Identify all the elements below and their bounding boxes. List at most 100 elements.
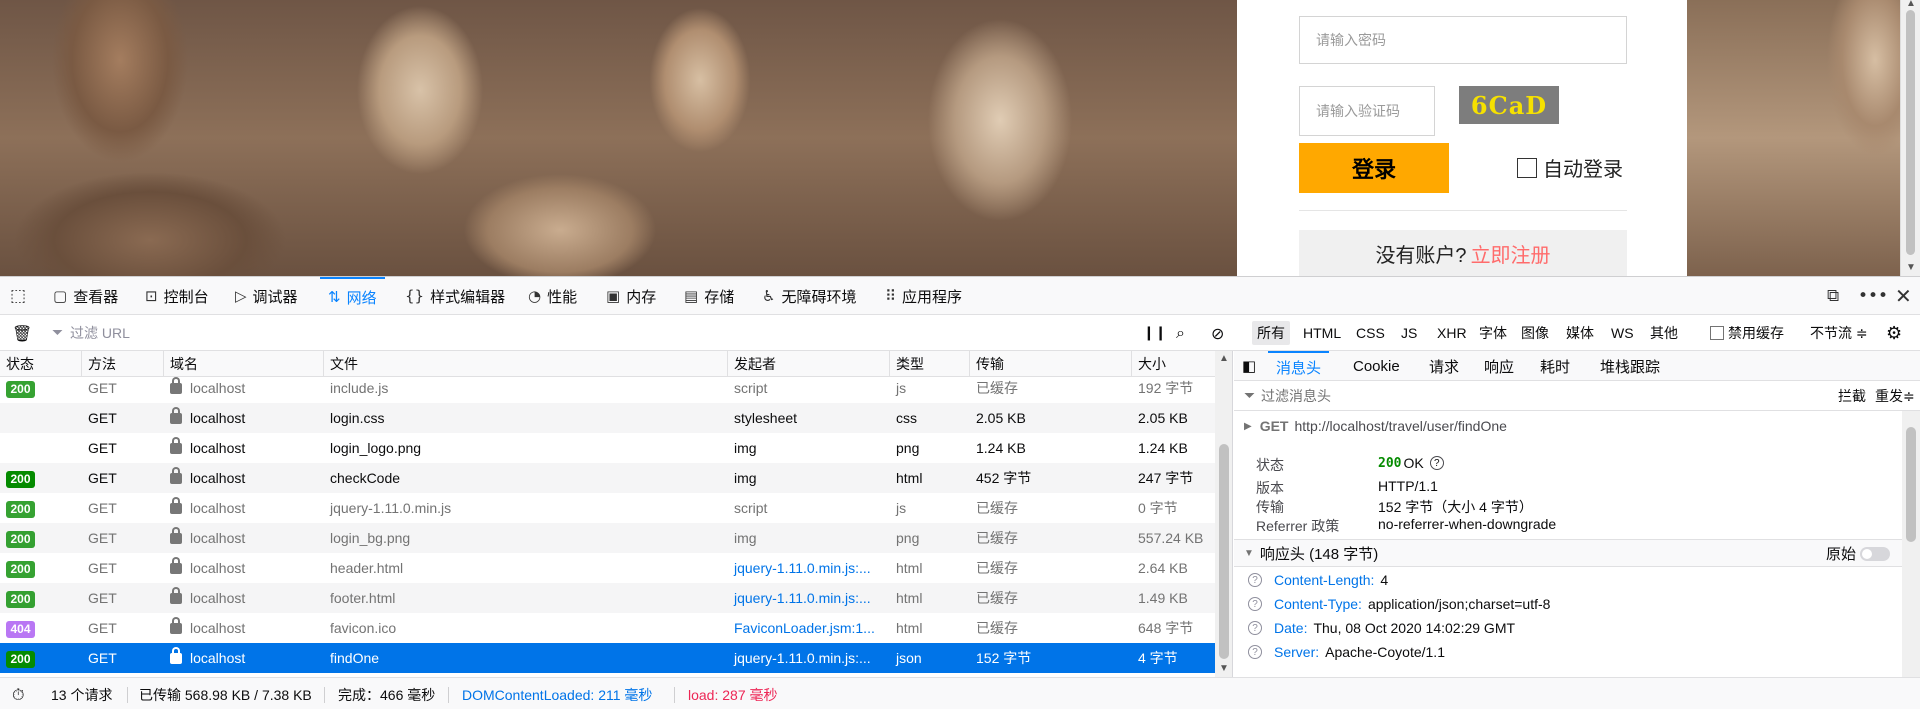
table-row[interactable]: 200 GET localhost jquery-1.11.0.min.js scrip… bbox=[0, 493, 1215, 523]
checkbox-box[interactable] bbox=[1710, 326, 1724, 340]
summary-status: 状态 200 OK ? bbox=[1256, 455, 1856, 475]
captcha-input[interactable]: 请输入验证码 bbox=[1299, 86, 1435, 136]
checkbox-box[interactable] bbox=[1517, 157, 1537, 178]
help-icon[interactable]: ? bbox=[1248, 621, 1262, 635]
table-row[interactable]: 200 GET localhost header.html jquery-1.11.0.… bbox=[0, 553, 1215, 583]
tab-request[interactable]: 请求 bbox=[1429, 351, 1459, 381]
tab-application[interactable]: ⠿ 应用程序 bbox=[885, 277, 962, 315]
pause-icon[interactable]: ❙❙ bbox=[1143, 315, 1166, 351]
expand-arrow-icon[interactable]: ▶ bbox=[1244, 421, 1252, 432]
url-filter-input[interactable]: 过滤 URL bbox=[70, 315, 130, 351]
block-icon[interactable]: ⊘ bbox=[1211, 315, 1224, 351]
response-header-line[interactable]: ? Server: Apache-Coyote/1.1 bbox=[1234, 640, 1902, 664]
tab-storage[interactable]: ▤ 存储 bbox=[684, 277, 734, 315]
help-icon[interactable]: ? bbox=[1429, 456, 1444, 470]
gear-icon[interactable]: ⚙ bbox=[1886, 315, 1902, 351]
response-header-line[interactable]: ? Content-Length: 4 bbox=[1234, 568, 1902, 592]
initiator-link[interactable]: jquery-1.11.0.min.js:... bbox=[734, 560, 871, 576]
table-row[interactable]: GET localhost login.css stylesheet css 2.05 K… bbox=[0, 403, 1215, 433]
tab-performance[interactable]: ◔ 性能 bbox=[528, 277, 577, 315]
filter-html[interactable]: HTML bbox=[1298, 321, 1346, 345]
response-headers-section[interactable]: ▼ 响应头 (148 字节) 原始 bbox=[1234, 539, 1902, 567]
tab-headers[interactable]: 消息头 bbox=[1268, 351, 1330, 381]
table-row[interactable]: 200 GET localhost checkCode img html 452 字节 247… bbox=[0, 463, 1215, 493]
disable-cache-checkbox[interactable]: 禁用缓存 bbox=[1710, 315, 1784, 351]
lock-icon bbox=[170, 557, 182, 574]
filter-other[interactable]: 其他 bbox=[1645, 321, 1683, 345]
password-input[interactable]: 请输入密码 bbox=[1299, 16, 1627, 64]
filter-css[interactable]: CSS bbox=[1351, 321, 1390, 345]
login-button[interactable]: 登录 bbox=[1299, 143, 1449, 193]
throttling-select[interactable]: 不节流 ≑ bbox=[1810, 315, 1868, 351]
summary-referrer: Referrer 政策 no-referrer-when-downgrade bbox=[1256, 516, 1856, 536]
register-link[interactable]: 立即注册 bbox=[1471, 239, 1551, 268]
help-icon[interactable]: ? bbox=[1248, 645, 1262, 659]
table-row[interactable]: 200 GET localhost include.js script js 已缓存 192 … bbox=[0, 373, 1215, 403]
auto-login-checkbox[interactable]: 自动登录 bbox=[1517, 153, 1623, 182]
filter-images[interactable]: 图像 bbox=[1516, 321, 1554, 345]
tab-network[interactable]: ⇅ 网络 bbox=[320, 277, 385, 315]
type-cell: png bbox=[896, 530, 920, 546]
initiator-link[interactable]: jquery-1.11.0.min.js:... bbox=[734, 650, 871, 666]
filter-xhr[interactable]: XHR bbox=[1432, 321, 1472, 345]
tab-response[interactable]: 响应 bbox=[1484, 351, 1514, 381]
toggle-sidebar-icon[interactable]: ◧ bbox=[1242, 351, 1256, 381]
filter-media[interactable]: 媒体 bbox=[1561, 321, 1599, 345]
domain-cell: localhost bbox=[164, 373, 324, 403]
filter-all[interactable]: 所有 bbox=[1252, 321, 1290, 345]
page-scrollbar[interactable]: ▲ ▼ bbox=[1900, 0, 1920, 276]
filter-js[interactable]: JS bbox=[1396, 321, 1422, 345]
initiator-link[interactable]: FaviconLoader.jsm:1... bbox=[734, 620, 875, 636]
tab-stack-trace[interactable]: 堆栈跟踪 bbox=[1600, 351, 1660, 381]
help-icon[interactable]: ? bbox=[1248, 573, 1262, 587]
response-header-line[interactable]: ? Content-Type: application/json;charset… bbox=[1234, 592, 1902, 616]
tab-inspector[interactable]: ▢ 查看器 bbox=[53, 277, 118, 315]
tab-debugger[interactable]: ▷ 调试器 bbox=[235, 277, 298, 315]
status-badge: 200 bbox=[6, 561, 35, 578]
scrollbar-thumb[interactable] bbox=[1219, 444, 1229, 659]
headers-filter-input[interactable]: 过滤消息头 bbox=[1261, 386, 1331, 406]
table-row[interactable]: 200 GET localhost login_bg.png img png 已缓存 557.… bbox=[0, 523, 1215, 553]
details-scrollbar[interactable] bbox=[1902, 411, 1920, 677]
tab-timings[interactable]: 耗时 bbox=[1540, 351, 1570, 381]
scroll-up-icon[interactable]: ▲ bbox=[1906, 0, 1916, 9]
scroll-up-icon[interactable]: ▲ bbox=[1219, 353, 1229, 364]
request-url-line[interactable]: ▶ GET http://localhost/travel/user/findO… bbox=[1244, 411, 1507, 441]
tab-accessibility[interactable]: ♿ 无障碍环境 bbox=[762, 277, 856, 315]
scroll-down-icon[interactable]: ▼ bbox=[1906, 262, 1916, 273]
tab-style-editor[interactable]: {} 样式编辑器 bbox=[405, 277, 505, 315]
response-header-line[interactable]: ? Date: Thu, 08 Oct 2020 14:02:29 GMT bbox=[1234, 616, 1902, 640]
details-tabs: ◧ 消息头 Cookie 请求 响应 耗时 堆栈跟踪 bbox=[1234, 351, 1920, 381]
table-row[interactable]: 200 GET localhost findOne jquery-1.11.0.min.… bbox=[0, 643, 1215, 673]
tab-label: 控制台 bbox=[163, 288, 209, 306]
table-row[interactable]: 404 GET localhost favicon.ico FaviconLoader.… bbox=[0, 613, 1215, 643]
filter-ws[interactable]: WS bbox=[1606, 321, 1639, 345]
table-row[interactable]: GET localhost login_logo.png img png 1.24 KB 1… bbox=[0, 433, 1215, 463]
lock-icon bbox=[170, 527, 182, 544]
element-picker-icon[interactable]: ⬚ bbox=[10, 277, 26, 315]
transferred-cell: 已缓存 bbox=[976, 590, 1018, 606]
dock-side-icon[interactable]: ⧉ bbox=[1827, 277, 1839, 315]
block-button[interactable]: 拦截 bbox=[1838, 386, 1866, 406]
tab-memory[interactable]: ▣ 内存 bbox=[606, 277, 656, 315]
scrollbar-thumb[interactable] bbox=[1906, 427, 1916, 542]
tab-console[interactable]: ⊡ 控制台 bbox=[145, 277, 209, 315]
captcha-image[interactable]: 6CaD bbox=[1459, 86, 1559, 124]
trash-icon[interactable]: 🗑 bbox=[12, 315, 32, 351]
table-row[interactable]: 200 GET localhost footer.html jquery-1.11.0.… bbox=[0, 583, 1215, 613]
more-options-icon[interactable]: ••• bbox=[1858, 277, 1888, 315]
search-icon[interactable]: ⌕ bbox=[1176, 315, 1185, 351]
type-cell: html bbox=[896, 470, 923, 486]
request-list-scrollbar[interactable]: ▲ ▼ bbox=[1215, 351, 1232, 677]
scroll-down-icon[interactable]: ▼ bbox=[1219, 663, 1229, 674]
filter-fonts[interactable]: 字体 bbox=[1474, 321, 1512, 345]
tab-cookies[interactable]: Cookie bbox=[1353, 351, 1400, 381]
resend-button[interactable]: 重发≑ bbox=[1875, 386, 1915, 406]
initiator-link[interactable]: jquery-1.11.0.min.js:... bbox=[734, 590, 871, 606]
close-icon[interactable]: ✕ bbox=[1895, 277, 1912, 315]
help-icon[interactable]: ? bbox=[1248, 597, 1262, 611]
raw-toggle[interactable] bbox=[1860, 547, 1890, 561]
stopwatch-icon[interactable]: ⏱ bbox=[12, 678, 24, 709]
page-scrollbar-thumb[interactable] bbox=[1906, 10, 1915, 255]
collapse-arrow-icon[interactable]: ▼ bbox=[1244, 548, 1254, 559]
